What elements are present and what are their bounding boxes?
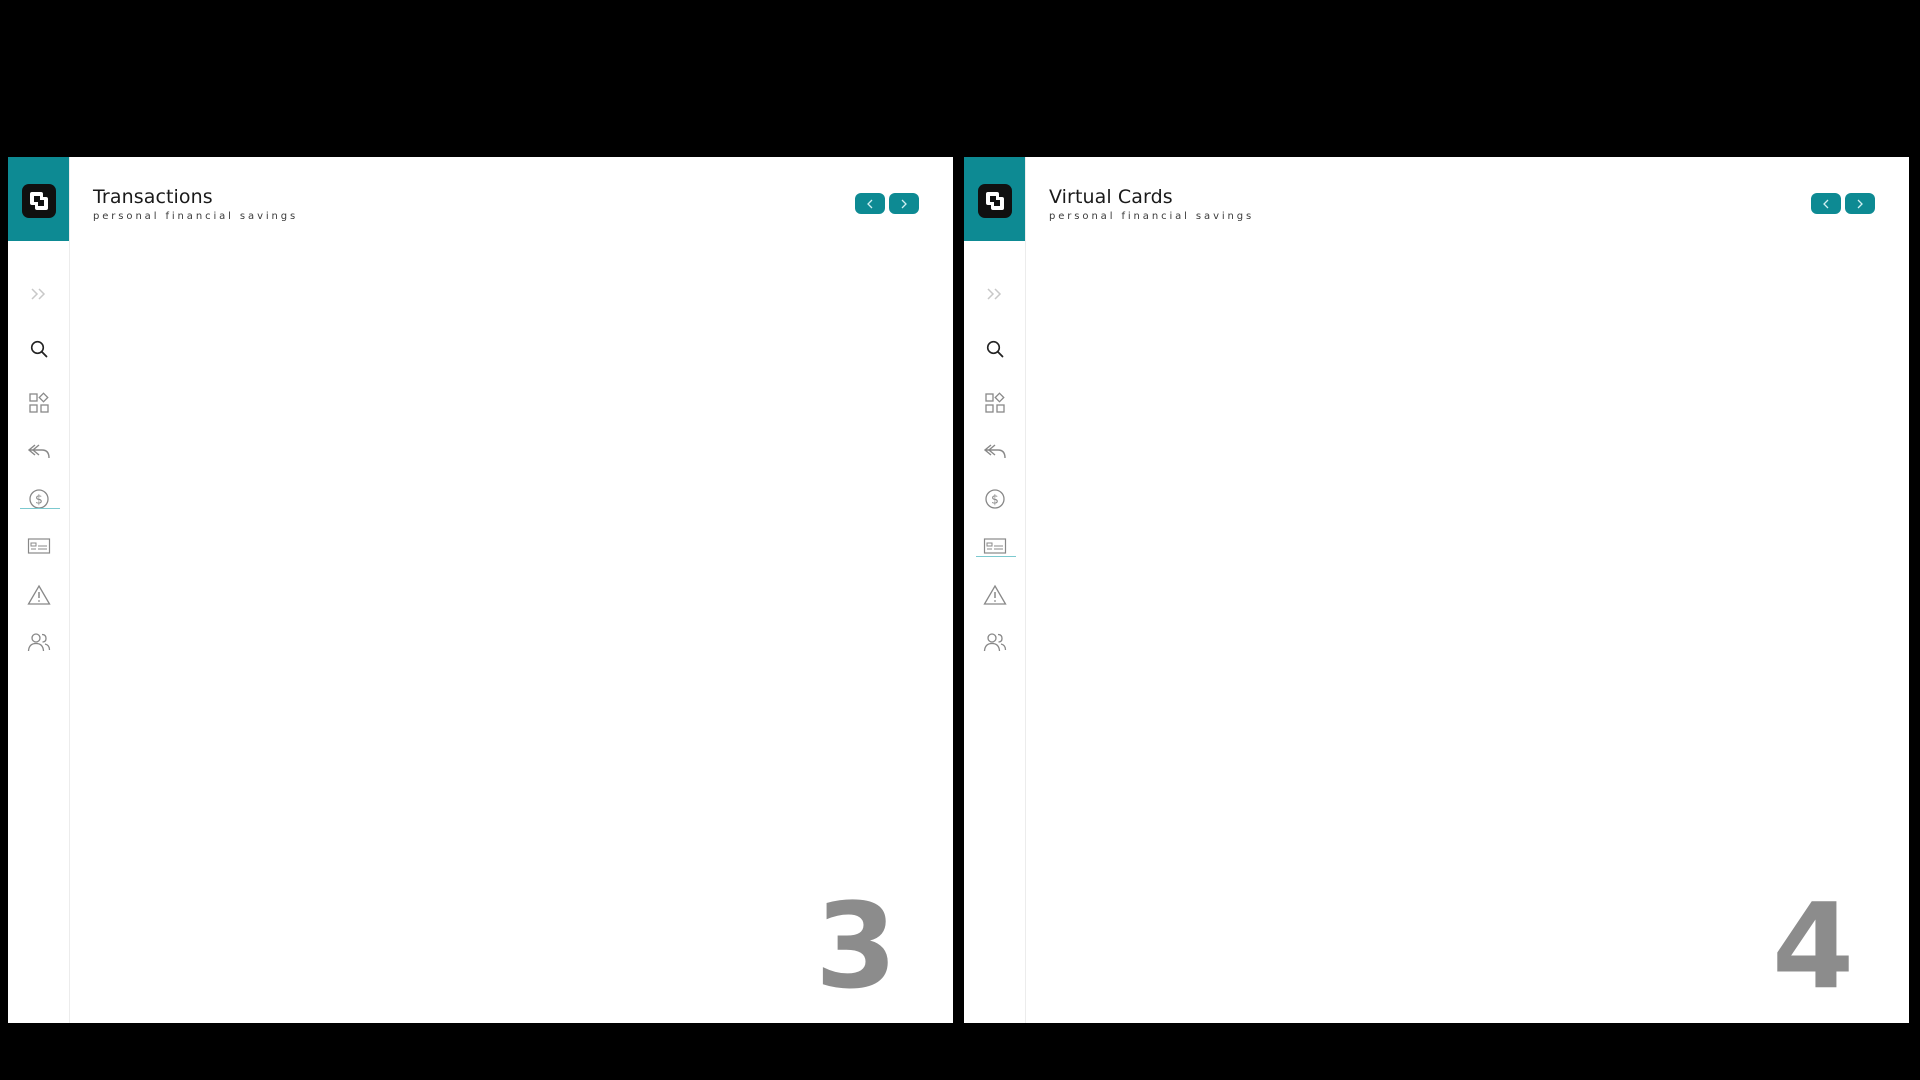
dashboard-icon[interactable] (978, 388, 1012, 418)
previous-button[interactable] (1811, 193, 1841, 214)
active-indicator (976, 556, 1016, 557)
users-icon[interactable] (978, 627, 1012, 657)
sidebar-header (8, 157, 69, 241)
page-number: 4 (1772, 877, 1855, 1015)
slide-panel-transactions: $ Transactions personal financial saving… (8, 157, 953, 1023)
active-indicator (20, 508, 60, 509)
warning-icon[interactable] (22, 580, 56, 610)
page-title: Transactions (93, 186, 213, 208)
svg-text:$: $ (35, 493, 43, 507)
svg-text:$: $ (991, 493, 999, 507)
next-button[interactable] (1845, 193, 1875, 214)
chevron-right-icon (901, 199, 907, 208)
search-icon[interactable] (978, 334, 1012, 364)
logo-icon (986, 192, 1004, 210)
logo-icon (30, 192, 48, 210)
reply-icon[interactable] (978, 436, 1012, 466)
expand-icon[interactable] (22, 279, 56, 309)
reply-icon[interactable] (22, 436, 56, 466)
dollar-icon[interactable]: $ (978, 484, 1012, 514)
page-title: Virtual Cards (1049, 186, 1173, 208)
dollar-icon[interactable]: $ (22, 484, 56, 514)
chevron-left-icon (1823, 199, 1829, 208)
app-logo[interactable] (978, 184, 1012, 218)
sidebar-header (964, 157, 1025, 241)
card-icon[interactable] (22, 531, 56, 561)
chevron-right-icon (1857, 199, 1863, 208)
expand-icon[interactable] (978, 279, 1012, 309)
users-icon[interactable] (22, 627, 56, 657)
slide-panel-virtual-cards: $ Virtual Cards personal financial savin… (964, 157, 1909, 1023)
previous-button[interactable] (855, 193, 885, 214)
page-number: 3 (815, 877, 898, 1015)
dashboard-icon[interactable] (22, 388, 56, 418)
page-subtitle: personal financial savings (93, 211, 299, 222)
chevron-left-icon (867, 199, 873, 208)
app-logo[interactable] (22, 184, 56, 218)
warning-icon[interactable] (978, 580, 1012, 610)
page-subtitle: personal financial savings (1049, 211, 1255, 222)
sidebar: $ (8, 157, 70, 1023)
search-icon[interactable] (22, 334, 56, 364)
next-button[interactable] (889, 193, 919, 214)
sidebar: $ (964, 157, 1026, 1023)
